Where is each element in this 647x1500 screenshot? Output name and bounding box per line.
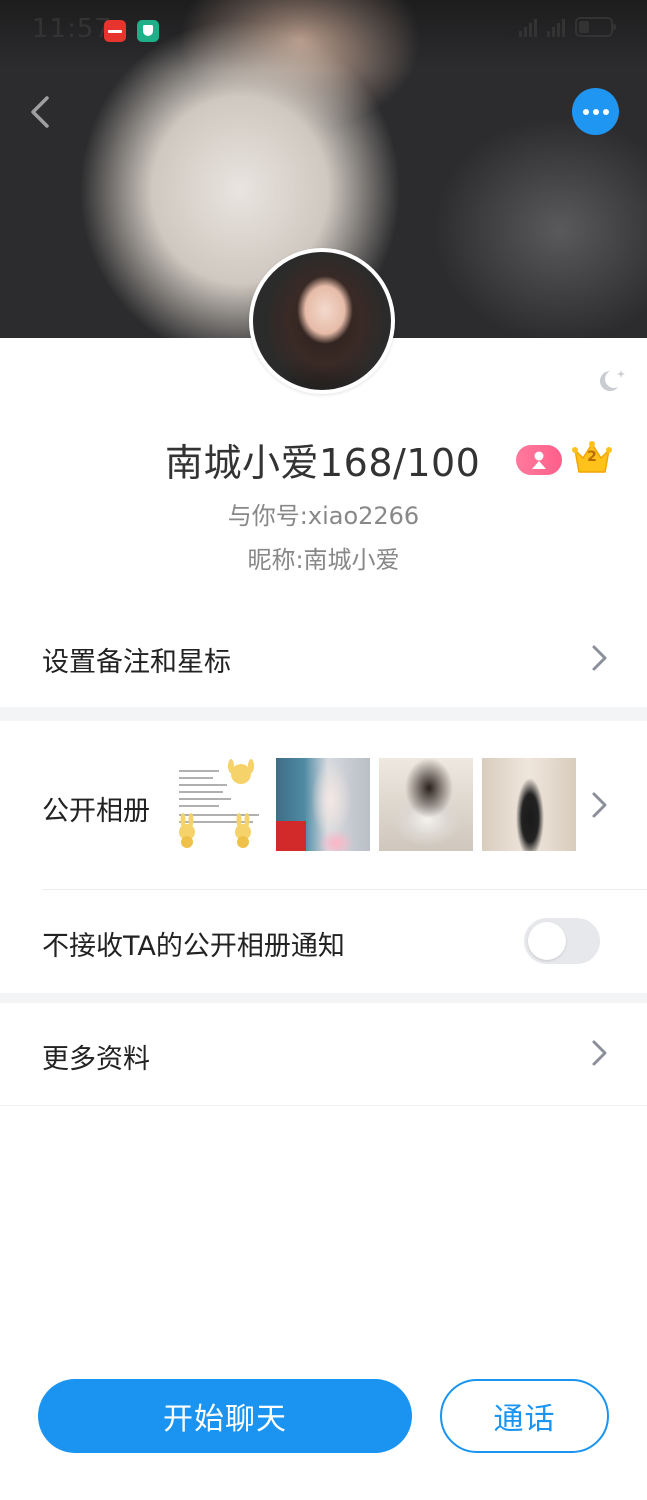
status-bar: 11:57 [0, 0, 647, 60]
start-chat-button[interactable]: 开始聊天 [38, 1379, 412, 1453]
theme-moon-icon[interactable] [598, 364, 628, 394]
female-icon [532, 451, 546, 469]
album-thumbnail[interactable] [379, 758, 473, 851]
album-thumbnail[interactable] [173, 758, 267, 851]
more-dots-icon [582, 108, 589, 115]
public-album-row[interactable]: 公开相册 [0, 721, 647, 889]
more-info-label: 更多资料 [42, 1044, 150, 1075]
public-album-label: 公开相册 [42, 796, 150, 827]
album-thumbnail-image [173, 758, 267, 851]
female-badge [516, 445, 562, 475]
set-remark-label: 设置备注和星标 [42, 647, 231, 678]
back-arrow-icon [31, 96, 49, 128]
chevron-right-icon [592, 1040, 607, 1066]
name-row: 南城小爱168/100 2 [0, 432, 647, 488]
section-gap [0, 707, 647, 721]
status-time: 11:57 [32, 14, 112, 44]
album-thumbnail[interactable] [276, 758, 370, 851]
divider [0, 1105, 647, 1106]
nickname-title: 南城小爱168/100 [165, 441, 481, 485]
account-id: 与你号:xiao2266 [227, 502, 420, 530]
more-info-row[interactable]: 更多资料 [0, 1003, 647, 1105]
huawei-app-icon [104, 20, 126, 42]
chevron-right-icon [592, 645, 607, 671]
section-gap [0, 993, 647, 1003]
nickname-line: 昵称:南城小爱 [247, 546, 400, 574]
set-remark-row[interactable]: 设置备注和星标 [0, 610, 647, 706]
album-thumbnail[interactable] [482, 758, 576, 851]
chevron-right-icon [592, 792, 607, 818]
security-shield-icon [137, 20, 159, 42]
toggle-knob [528, 922, 566, 960]
more-options-button[interactable] [572, 88, 619, 135]
signal-icon [519, 19, 537, 37]
signal-icon-2 [547, 19, 565, 37]
level-number: 2 [587, 449, 597, 465]
album-notify-label: 不接收TA的公开相册通知 [42, 931, 345, 962]
album-notify-row: 不接收TA的公开相册通知 [0, 890, 647, 993]
battery-icon [575, 17, 616, 37]
call-button[interactable]: 通话 [440, 1379, 609, 1453]
avatar[interactable] [249, 248, 395, 394]
back-button[interactable] [22, 92, 62, 132]
album-notify-toggle[interactable] [524, 918, 600, 964]
status-icons [519, 17, 616, 37]
